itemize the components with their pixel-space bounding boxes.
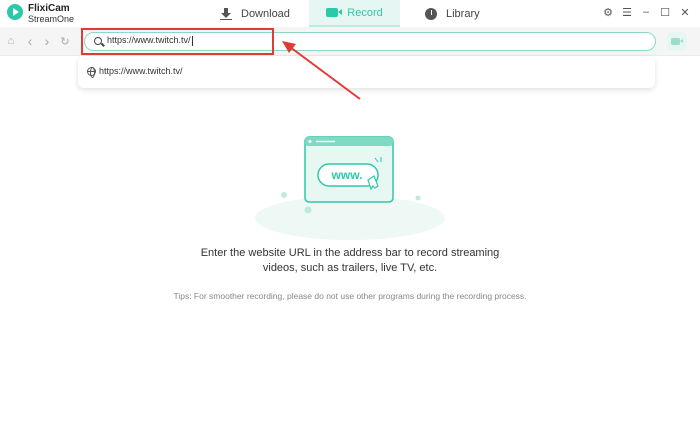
app-window: FlixiCam StreamOne Download Record Libra…: [0, 0, 700, 443]
title-bar: FlixiCam StreamOne Download Record Libra…: [0, 0, 700, 27]
brand-subtitle: StreamOne: [28, 14, 75, 24]
app-logo-icon: [7, 4, 23, 20]
settings-gear-icon[interactable]: ⚙: [601, 4, 615, 20]
website-illustration: www.: [255, 136, 445, 240]
globe-icon: [87, 67, 96, 78]
annotation-arrow: [282, 41, 361, 100]
library-icon: [425, 7, 437, 20]
menu-icon[interactable]: ☰: [620, 4, 634, 20]
refresh-icon[interactable]: ↻: [58, 33, 72, 49]
tab-record-label: Record: [347, 6, 383, 19]
record-button-icon[interactable]: [667, 32, 687, 51]
annotation-highlight-box: [81, 28, 274, 55]
tab-record[interactable]: Record: [309, 0, 400, 27]
download-icon: [220, 7, 232, 20]
forward-icon[interactable]: ›: [40, 33, 54, 49]
back-icon[interactable]: ‹: [23, 33, 37, 49]
tab-download-label: Download: [241, 7, 290, 20]
brand-name: FlixiCam: [28, 3, 70, 14]
instruction-line-2: videos, such as trailers, live TV, etc.: [262, 262, 438, 274]
tab-library[interactable]: Library: [425, 0, 515, 27]
maximize-icon[interactable]: ☐: [658, 4, 672, 20]
record-icon: [326, 8, 343, 17]
tips-text: Tips: For smoother recording, please do …: [173, 291, 527, 301]
minimize-icon[interactable]: –: [639, 4, 653, 20]
tab-download[interactable]: Download: [220, 0, 310, 27]
suggestion-item[interactable]: https://www.twitch.tv/: [99, 66, 183, 76]
instruction-line-1: Enter the website URL in the address bar…: [200, 247, 500, 259]
illustration-www-label: www.: [331, 168, 363, 182]
close-icon[interactable]: ✕: [678, 4, 692, 20]
home-icon[interactable]: ⌂: [4, 33, 18, 49]
tab-library-label: Library: [446, 7, 480, 20]
